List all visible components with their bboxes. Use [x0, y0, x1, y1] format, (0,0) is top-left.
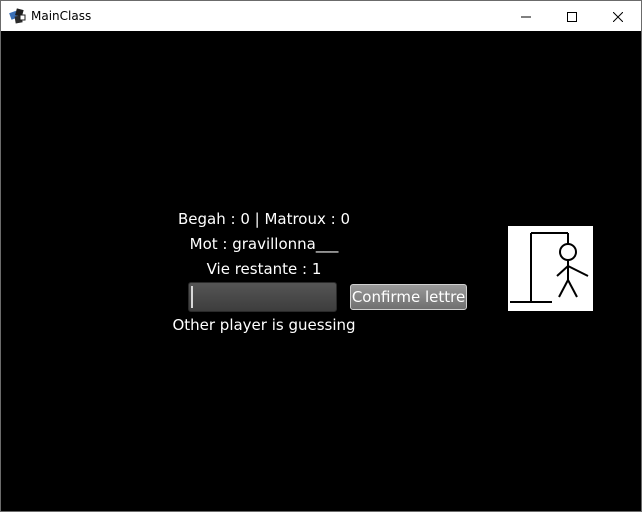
close-icon [612, 7, 624, 26]
letter-input[interactable] [188, 282, 337, 312]
hangman-figure-icon [508, 232, 593, 315]
close-button[interactable] [595, 1, 641, 31]
window-title: MainClass [31, 9, 92, 23]
confirm-letter-button[interactable]: Confirme lettre [350, 284, 467, 310]
minimize-button[interactable] [503, 1, 549, 31]
java-app-icon [9, 7, 27, 25]
maximize-button[interactable] [549, 1, 595, 31]
score-label: Begah : 0 | Matroux : 0 [177, 210, 350, 228]
minimize-icon [521, 7, 531, 26]
title-bar[interactable]: MainClass [1, 1, 641, 31]
status-label: Other player is guessing [172, 316, 356, 334]
app-window: MainClass Begah : 0 | Matroux : 0 Mot : … [0, 0, 642, 512]
text-caret [191, 286, 193, 308]
hangman-panel [508, 226, 593, 311]
maximize-icon [567, 7, 577, 26]
lives-label: Vie restante : 1 [206, 260, 322, 278]
word-label: Mot : gravillonna___ [189, 235, 339, 253]
